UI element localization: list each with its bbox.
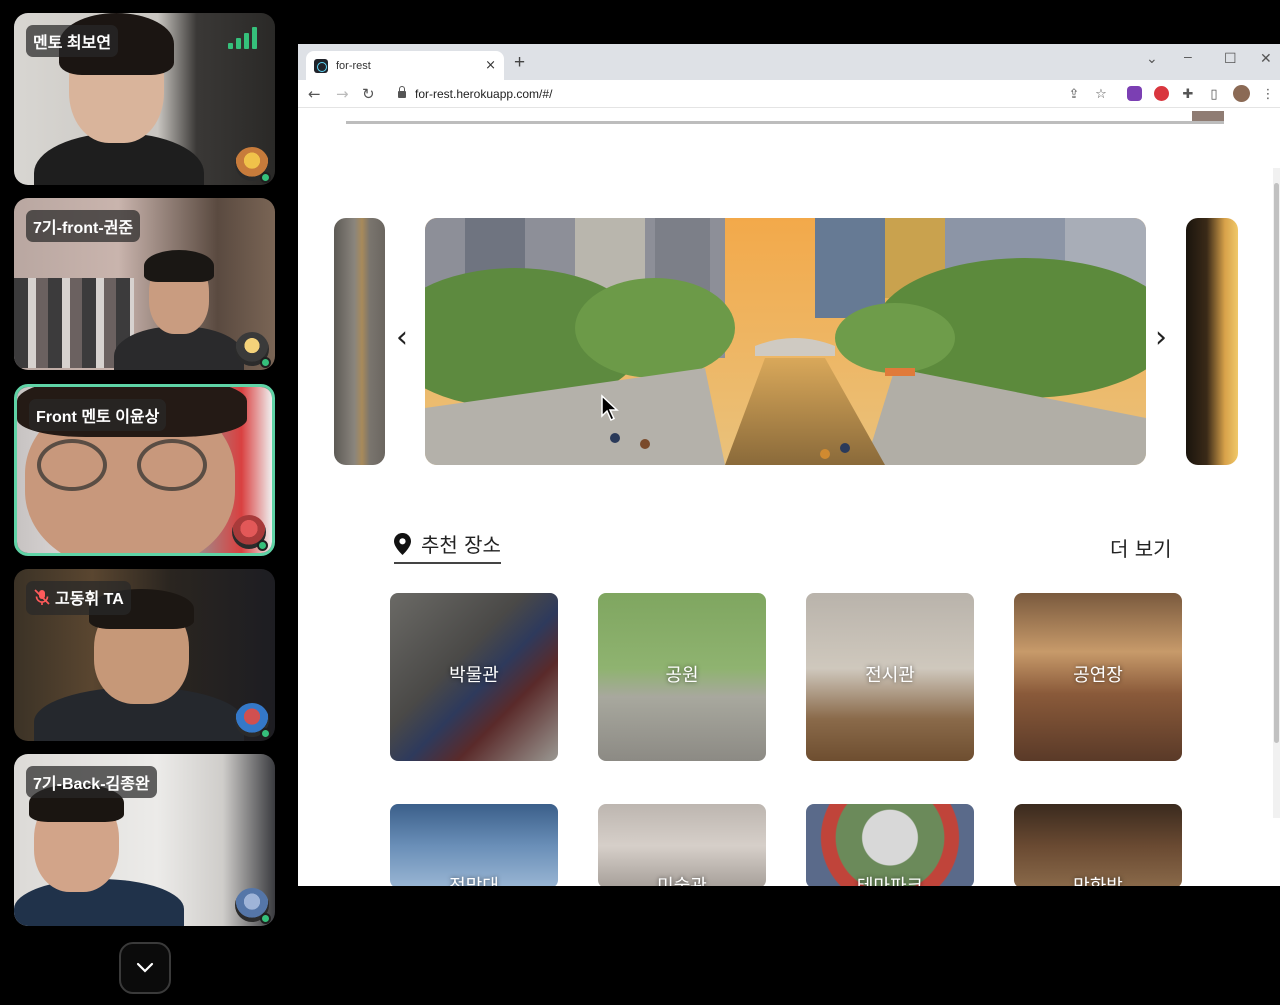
participant-tile-4[interactable]: 고동휘 TA xyxy=(14,569,275,741)
see-more-link[interactable]: 더 보기 xyxy=(1110,533,1172,562)
category-label: 공연장 xyxy=(1073,665,1123,686)
url-text: for-rest.herokuapp.com/#/ xyxy=(415,87,553,101)
close-tab-icon[interactable]: × xyxy=(485,58,496,73)
maximize-icon[interactable]: ☐ xyxy=(1224,50,1237,67)
location-pin-icon xyxy=(394,532,411,555)
avatar xyxy=(232,515,268,551)
header-divider xyxy=(346,121,1224,124)
participant-tile-3-speaking[interactable]: Front 멘토 이윤상 xyxy=(14,384,275,556)
category-label: 박물관 xyxy=(449,665,499,686)
category-label: 전시관 xyxy=(865,665,915,686)
carousel-slide-prev-partial[interactable] xyxy=(334,218,385,465)
onenote-extension-icon[interactable] xyxy=(1127,86,1142,101)
mouse-cursor-icon xyxy=(601,394,619,422)
category-card-theater[interactable]: 공연장 xyxy=(1014,593,1182,761)
cheonggyecheon-photo xyxy=(425,218,1146,465)
participant-tile-1[interactable]: 멘토 최보연 xyxy=(14,13,275,185)
category-card-theme-park[interactable]: 테마파크 xyxy=(806,804,974,886)
participant-name: 고동휘 TA xyxy=(55,591,124,608)
tab-title: for-rest xyxy=(336,59,371,72)
online-status-icon xyxy=(260,913,271,924)
avatar xyxy=(235,888,271,924)
avatar xyxy=(235,332,271,368)
tab-bar: for-rest × + ⌄ – ☐ ✕ xyxy=(298,44,1280,80)
chevron-down-icon xyxy=(136,962,154,973)
new-tab-button[interactable]: + xyxy=(514,52,525,74)
category-card-museum[interactable]: 박물관 xyxy=(390,593,558,761)
category-card-art-gallery[interactable]: 미술관 xyxy=(598,804,766,886)
browser-toolbar: ← → ↻ for-rest.herokuapp.com/#/ ⇪ ☆ ✚ ▯ … xyxy=(298,80,1280,108)
address-bar[interactable]: for-rest.herokuapp.com/#/ xyxy=(386,82,1130,106)
category-label: 공원 xyxy=(665,665,699,686)
share-icon[interactable]: ⇪ xyxy=(1066,86,1082,102)
minimize-icon[interactable]: – xyxy=(1184,48,1192,64)
profile-avatar[interactable] xyxy=(1233,85,1250,102)
browser-tab[interactable]: for-rest × xyxy=(306,51,504,80)
browser-window: for-rest × + ⌄ – ☐ ✕ ← → ↻ for-rest.hero… xyxy=(298,44,1280,886)
recommended-places-heading: 추천 장소 xyxy=(394,529,501,564)
scroll-participants-down-button[interactable] xyxy=(119,942,171,994)
category-card-comic-cafe[interactable]: 만화방 xyxy=(1014,804,1182,886)
category-label: 테마파크 xyxy=(806,872,974,886)
category-label: 전망대 xyxy=(390,872,558,886)
close-window-icon[interactable]: ✕ xyxy=(1260,50,1272,67)
carousel-prev-arrow[interactable]: ‹ xyxy=(396,320,408,355)
online-status-icon xyxy=(260,357,271,368)
participant-name: Front 멘토 이윤상 xyxy=(29,399,167,431)
online-status-icon xyxy=(260,728,271,739)
side-panel-icon[interactable]: ▯ xyxy=(1206,86,1222,102)
category-label: 만화방 xyxy=(1014,872,1182,886)
carousel-next-arrow[interactable]: › xyxy=(1155,320,1167,355)
vertical-scrollbar[interactable] xyxy=(1273,168,1280,818)
screen: 멘토 최보연 7기-front-권준 Front 멘토 이윤상 고동휘 TA 7… xyxy=(0,0,1280,1005)
category-card-park[interactable]: 공원 xyxy=(598,593,766,761)
participant-name: 7기-Back-김종완 xyxy=(26,766,157,798)
bookmark-star-icon[interactable]: ☆ xyxy=(1093,86,1109,102)
avatar xyxy=(235,147,271,183)
participant-name-tag: 고동휘 TA xyxy=(26,581,131,615)
category-card-observatory[interactable]: 전망대 xyxy=(390,804,558,886)
participant-tile-2[interactable]: 7기-front-권준 xyxy=(14,198,275,370)
extensions-puzzle-icon[interactable]: ✚ xyxy=(1180,86,1196,102)
category-label: 미술관 xyxy=(598,872,766,886)
carousel-slide-next-partial[interactable] xyxy=(1186,218,1238,465)
page-content: ‹ › 추천 장소 더 보기 박물관 공원 전시관 공연장 xyxy=(298,108,1280,886)
signal-strength-icon xyxy=(228,27,257,49)
forward-icon[interactable]: → xyxy=(336,85,349,103)
mic-off-icon xyxy=(34,589,50,605)
reload-icon[interactable]: ↻ xyxy=(362,85,375,103)
avatar xyxy=(235,703,271,739)
online-status-icon xyxy=(257,540,268,551)
lock-icon xyxy=(398,85,406,99)
tab-search-icon[interactable]: ⌄ xyxy=(1146,50,1158,67)
menu-kebab-icon[interactable]: ⋮ xyxy=(1260,86,1276,102)
adblock-extension-icon[interactable] xyxy=(1154,86,1169,101)
react-favicon-icon xyxy=(314,58,328,73)
participant-tile-5[interactable]: 7기-Back-김종완 xyxy=(14,754,275,926)
carousel-slide-current[interactable] xyxy=(425,218,1146,465)
participant-name: 멘토 최보연 xyxy=(26,25,119,57)
participant-name: 7기-front-권준 xyxy=(26,210,141,242)
back-icon[interactable]: ← xyxy=(308,85,321,103)
header-button-partial[interactable] xyxy=(1192,111,1224,121)
section-title: 추천 장소 xyxy=(421,533,501,557)
category-card-exhibition-hall[interactable]: 전시관 xyxy=(806,593,974,761)
online-status-icon xyxy=(260,172,271,183)
